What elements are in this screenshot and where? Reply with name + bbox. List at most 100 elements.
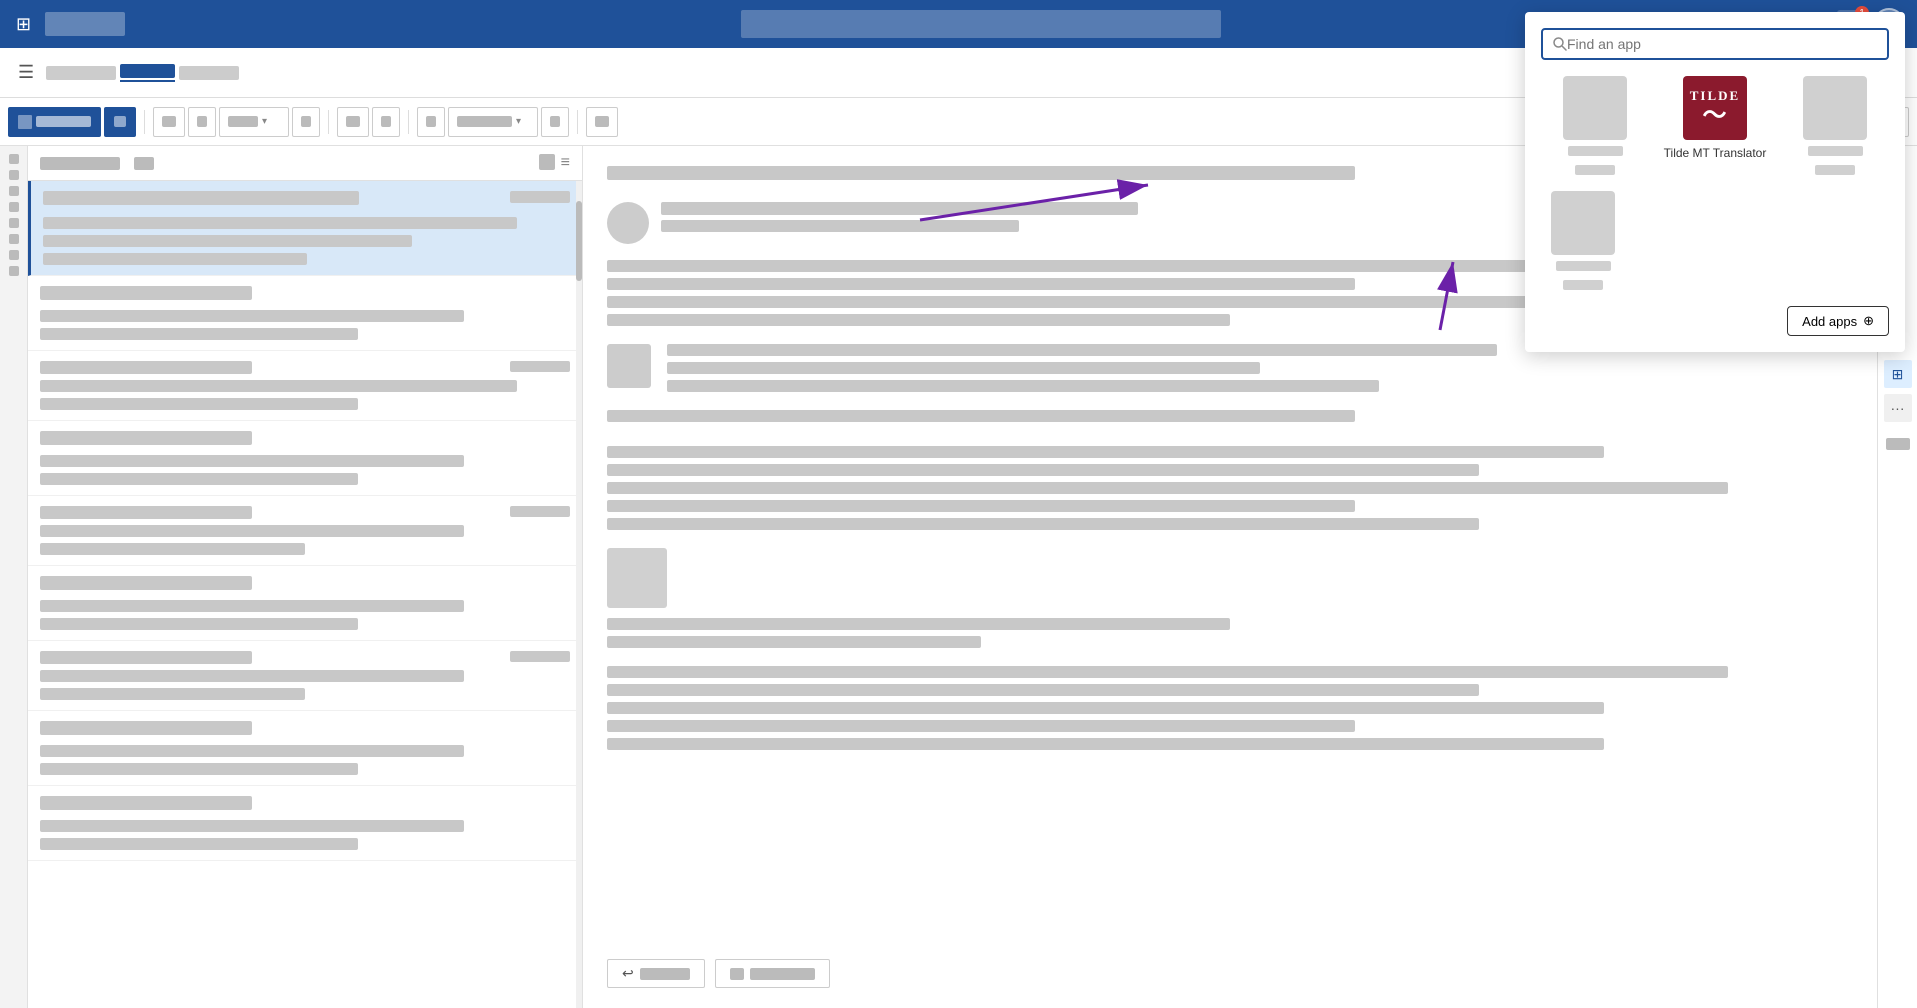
body-line-8 [607,482,1728,494]
forward-label [750,968,815,980]
email-list-panel: ≡ [28,146,583,1008]
app-item[interactable] [1781,76,1889,175]
ribbon-group-4: ▾ [417,107,569,137]
ribbon-btn-11[interactable] [541,107,569,137]
tab-label-3 [179,66,239,80]
reading-body-section-4 [607,548,1853,648]
line-c [607,702,1604,714]
app-search-input[interactable] [1567,36,1877,52]
reading-body-section-3 [607,446,1853,530]
ribbon-btn-9[interactable] [417,107,445,137]
app-popup: TILDE 〜 Tilde MT Translator Add apps ⊕ [1525,12,1905,352]
ribbon-group-2: ▾ [153,107,320,137]
email-preview [40,618,358,630]
ribbon-secondary-btn[interactable] [104,107,136,137]
email-item[interactable] [28,421,582,496]
ribbon-btn-12[interactable] [586,107,618,137]
chevron-down-icon: ▾ [262,116,267,127]
folder-count [134,157,154,170]
reply-button[interactable]: ↩ [607,959,705,988]
g2-icon [162,116,176,127]
reading-body-section-2 [607,410,1853,428]
reply-label [640,968,690,980]
sidebar-icon-4[interactable] [9,202,19,212]
add-apps-button[interactable]: Add apps ⊕ [1787,306,1889,336]
sidebar-icon-7[interactable] [9,250,19,260]
app-label-placeholder2 [1815,165,1855,175]
body-side-line-3 [667,380,1379,392]
sidebar-icon-5[interactable] [9,218,19,228]
right-label [1886,438,1910,450]
more-options-button[interactable]: ··· [1884,394,1912,422]
top-search-bar[interactable] [741,10,1221,38]
body-line-2 [607,278,1355,290]
email-item[interactable] [28,786,582,861]
sort-icon[interactable]: ≡ [561,154,570,172]
scrollbar-thumb [576,201,582,281]
email-sender [40,361,252,374]
ribbon-group-3 [337,107,400,137]
inline-image [607,344,651,388]
ribbon-btn-5[interactable]: ▾ [219,107,289,137]
inline-image-large [607,548,667,608]
email-scrollbar[interactable] [576,181,582,1008]
reply-icon: ↩ [622,965,634,982]
filter-icon[interactable] [539,154,555,170]
add-apps-icon: ⊕ [1863,313,1874,329]
sidebar-icon-8[interactable] [9,266,19,276]
apps-grid-icon[interactable]: ⊞ [12,10,35,39]
app-icon-placeholder [1563,76,1627,140]
ribbon-btn-3[interactable] [153,107,185,137]
ribbon-primary-group [8,107,136,137]
g2-icon2 [197,116,207,127]
email-preview [40,838,358,850]
email-sender [43,191,359,205]
tilde-app-label: Tilde MT Translator [1664,146,1767,162]
ribbon-divider-3 [408,110,409,134]
ribbon-btn-4[interactable] [188,107,216,137]
email-subject [40,525,464,537]
ribbon-btn-7[interactable] [337,107,369,137]
email-list-body [28,181,582,1008]
email-sender [40,576,252,590]
app-item-2[interactable] [1551,191,1615,290]
email-preview [40,473,358,485]
sidebar-icon-1[interactable] [9,154,19,164]
tilde-wave: 〜 [1703,104,1728,128]
add-apps-row: Add apps ⊕ [1541,306,1889,336]
caption-2 [607,636,981,648]
ribbon-btn-10[interactable]: ▾ [448,107,538,137]
app-item[interactable] [1541,76,1649,175]
app-search-box [1541,28,1889,60]
line-e [607,738,1604,750]
email-item[interactable] [28,711,582,786]
forward-button[interactable] [715,959,830,988]
email-item[interactable] [28,566,582,641]
email-item[interactable] [28,181,582,276]
email-item[interactable] [28,496,582,566]
tilde-mt-translator-app[interactable]: TILDE 〜 Tilde MT Translator [1661,76,1769,175]
email-time [510,506,570,517]
email-item[interactable] [28,641,582,711]
app-icon-placeholder [1803,76,1867,140]
email-sender [40,431,252,445]
sidebar-icon-6[interactable] [9,234,19,244]
email-item[interactable] [28,276,582,351]
sidebar-icon-2[interactable] [9,170,19,180]
line-b [607,684,1479,696]
hamburger-menu-icon[interactable]: ☰ [10,58,42,87]
reading-footer: ↩ [607,943,1853,988]
body-line-10 [607,518,1479,530]
email-preview [40,543,305,555]
body-line-5 [607,410,1355,422]
body-line-9 [607,500,1355,512]
ribbon-primary-btn[interactable] [8,107,101,137]
email-preview [40,398,358,410]
sidebar-icon-3[interactable] [9,186,19,196]
app-icon-placeholder2 [1551,191,1615,255]
g4-label [457,116,512,127]
email-item[interactable] [28,351,582,421]
ribbon-btn-6[interactable] [292,107,320,137]
grid-view-button[interactable]: ⊞ [1884,360,1912,388]
ribbon-btn-8[interactable] [372,107,400,137]
